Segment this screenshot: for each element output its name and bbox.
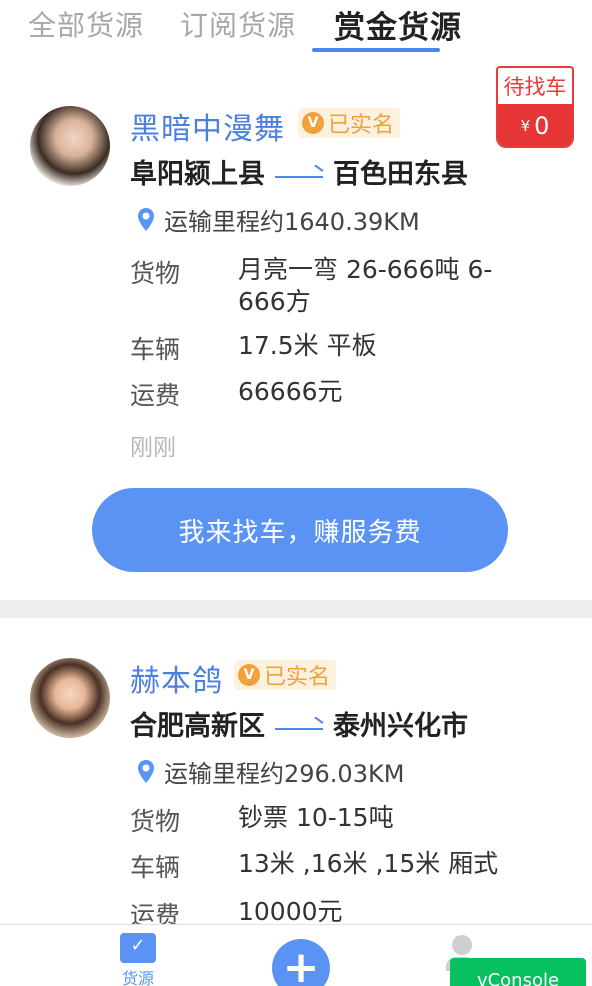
avatar[interactable] — [30, 658, 110, 738]
verified-check-icon: V — [302, 112, 324, 134]
badge-status: 待找车 — [503, 75, 567, 99]
vehicle-value: 17.5米 平板 — [238, 331, 377, 360]
fee-value: 66666元 — [238, 377, 343, 406]
verified-check-icon: V — [238, 664, 260, 686]
nav-cargo[interactable]: 货源 — [114, 933, 162, 986]
distance: 运输里程约1640.39KM — [136, 202, 420, 237]
plus-icon[interactable]: + — [272, 939, 330, 986]
route-destination: 百色田东县 — [333, 159, 468, 190]
avatar[interactable] — [30, 106, 110, 186]
vehicle-label: 车辆 — [130, 853, 181, 882]
tab-all-cargo[interactable]: 全部货源 — [28, 4, 144, 44]
post-time: 刚刚 — [130, 435, 176, 461]
cargo-value: 月亮一弯 26-666吨 6-666方 — [238, 255, 493, 316]
nav-cargo-label: 货源 — [121, 969, 154, 986]
route: 合肥高新区 泰州兴化市 — [130, 704, 468, 743]
tab-bounty-cargo[interactable]: 赏金货源 — [334, 2, 462, 47]
arrow-right-icon — [275, 720, 323, 736]
find-vehicle-button[interactable]: 我来找车，赚服务费 — [92, 488, 508, 572]
cargo-card[interactable]: 黑暗中漫舞 V 已实名 阜阳颍上县 百色田东县 运输里程约1640.39KM 货物… — [0, 58, 592, 600]
cargo-label: 货物 — [130, 259, 181, 288]
arrow-right-icon — [275, 168, 323, 184]
distance-text: 运输里程约1640.39KM — [164, 208, 420, 236]
cargo-value: 钞票 10-15吨 — [238, 803, 394, 832]
route-origin: 阜阳颍上县 — [130, 159, 265, 190]
cargo-list-icon — [120, 933, 156, 963]
cargo-label: 货物 — [130, 807, 181, 836]
currency-symbol: ¥ — [520, 117, 531, 135]
vehicle-value: 13米 ,16米 ,15米 厢式 — [238, 849, 499, 878]
verified-label: 已实名 — [328, 113, 395, 138]
status-badge: 待找车 ¥ 0 — [496, 66, 574, 148]
location-pin-icon — [136, 759, 156, 785]
fee-label: 运费 — [130, 381, 181, 410]
location-pin-icon — [136, 207, 156, 233]
route: 阜阳颍上县 百色田东县 — [130, 152, 468, 191]
vconsole-button[interactable]: vConsole — [450, 958, 586, 986]
verified-badge: V 已实名 — [234, 660, 337, 690]
shipper-name[interactable]: 赫本鸽 — [130, 656, 223, 700]
active-tab-indicator — [312, 48, 440, 52]
badge-amount-box: ¥ 0 — [498, 104, 572, 146]
verified-badge: V 已实名 — [298, 108, 401, 138]
user-icon-head — [452, 935, 472, 955]
distance: 运输里程约296.03KM — [136, 754, 404, 789]
distance-text: 运输里程约296.03KM — [164, 760, 405, 788]
cargo-card[interactable]: 赫本鸽 V 已实名 合肥高新区 泰州兴化市 运输里程约296.03KM 货物 钞票… — [0, 618, 592, 930]
shipper-name[interactable]: 黑暗中漫舞 — [130, 104, 285, 148]
bounty-amount: 0 — [534, 112, 550, 140]
tab-subscribed-cargo[interactable]: 订阅货源 — [180, 4, 296, 44]
vehicle-label: 车辆 — [130, 335, 181, 364]
tab-bar: 全部货源 订阅货源 赏金货源 — [0, 0, 592, 56]
route-origin: 合肥高新区 — [130, 711, 265, 742]
card-divider — [0, 600, 592, 618]
verified-label: 已实名 — [264, 665, 331, 690]
route-destination: 泰州兴化市 — [333, 711, 468, 742]
